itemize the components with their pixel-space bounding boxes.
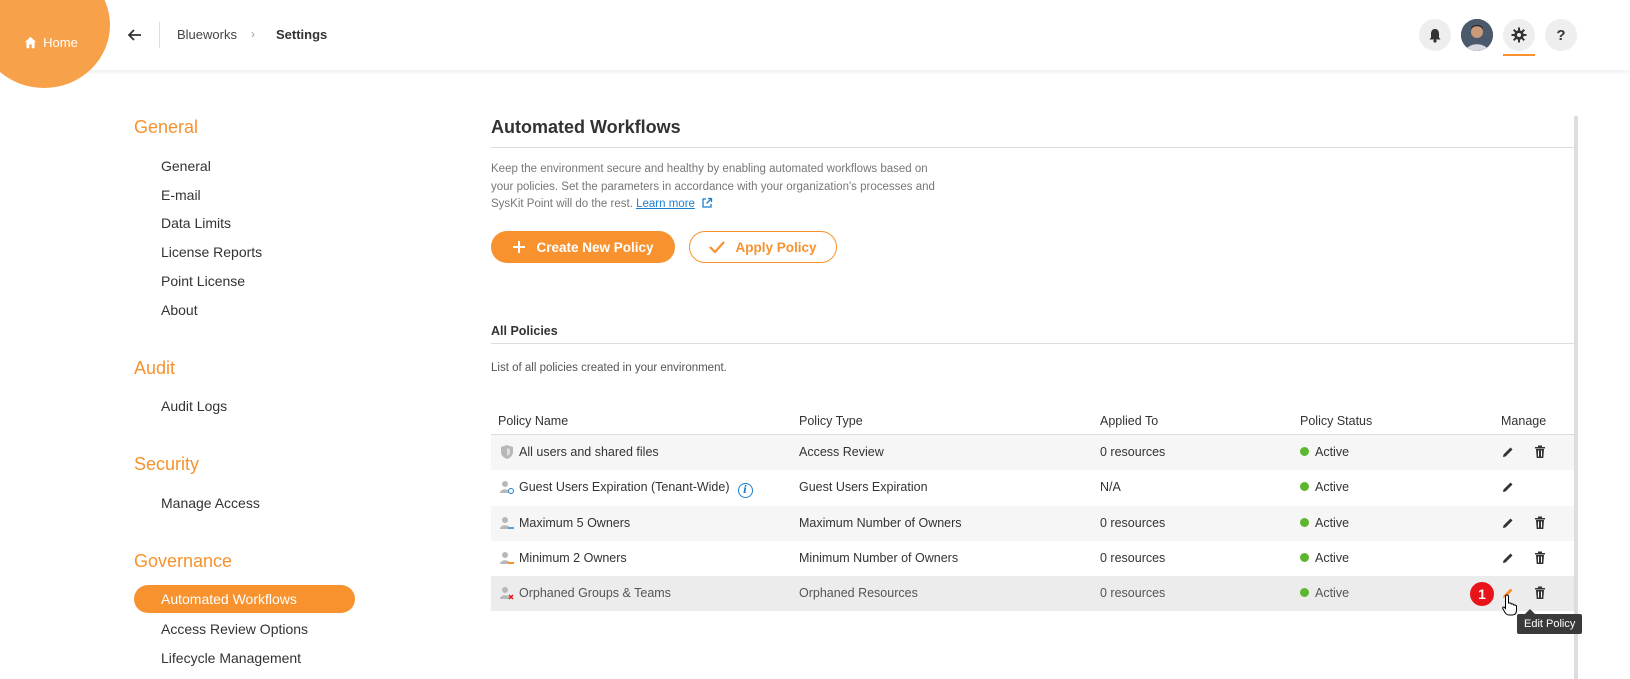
apply-policy-button[interactable]: Apply Policy bbox=[689, 231, 837, 263]
all-policies-heading: All Policies bbox=[491, 324, 558, 338]
column-header-applied-to[interactable]: Applied To bbox=[1100, 414, 1158, 428]
policy-name: Orphaned Groups & Teams bbox=[519, 586, 671, 600]
all-policies-description: List of all policies created in your env… bbox=[491, 362, 727, 374]
learn-more-link[interactable]: Learn more bbox=[636, 198, 695, 210]
status-dot-icon bbox=[1300, 482, 1309, 491]
applied-to: 0 resources bbox=[1100, 516, 1166, 530]
table-row[interactable]: Minimum 2 Owners Minimum Number of Owner… bbox=[491, 541, 1574, 576]
sidebar-section-governance: Governance bbox=[134, 551, 233, 571]
edit-icon[interactable] bbox=[1500, 550, 1516, 566]
gear-icon[interactable] bbox=[1503, 19, 1535, 51]
policy-type: Guest Users Expiration bbox=[799, 480, 928, 494]
policy-type: Maximum Number of Owners bbox=[799, 516, 962, 530]
status-dot-icon bbox=[1300, 518, 1309, 527]
sidebar-section-general: General bbox=[134, 117, 199, 137]
guest-user-icon bbox=[500, 481, 514, 494]
applied-to: 0 resources bbox=[1100, 551, 1166, 565]
external-link-icon[interactable] bbox=[701, 197, 713, 209]
policy-name: Maximum 5 Owners bbox=[519, 516, 631, 530]
policy-status: Active bbox=[1300, 586, 1349, 600]
policy-status: Active bbox=[1300, 445, 1349, 459]
policy-type: Orphaned Resources bbox=[799, 586, 918, 600]
edit-icon[interactable] bbox=[1500, 515, 1516, 531]
policy-status: Active bbox=[1300, 551, 1349, 565]
trash-icon[interactable] bbox=[1532, 515, 1548, 531]
applied-to: N/A bbox=[1100, 480, 1121, 494]
policy-type: Minimum Number of Owners bbox=[799, 551, 959, 565]
sidebar-item-email[interactable]: E-mail bbox=[161, 187, 201, 203]
sidebar-item-automated-workflows[interactable]: Automated Workflows bbox=[134, 585, 355, 613]
status-dot-icon bbox=[1300, 447, 1309, 456]
applied-to: 0 resources bbox=[1100, 445, 1166, 459]
section-divider bbox=[491, 343, 1574, 344]
column-header-policy-type[interactable]: Policy Type bbox=[799, 414, 863, 428]
owners-icon bbox=[500, 517, 514, 529]
sidebar-section-audit: Audit bbox=[134, 358, 176, 378]
table-row[interactable]: All users and shared files Access Review… bbox=[491, 435, 1574, 470]
edit-icon[interactable] bbox=[1500, 444, 1516, 460]
step-marker-badge: 1 bbox=[1470, 582, 1494, 606]
column-header-policy-status[interactable]: Policy Status bbox=[1300, 414, 1372, 428]
home-label: Home bbox=[43, 34, 78, 50]
table-row[interactable]: Guest Users Expiration (Tenant-Wide) i Gu… bbox=[491, 470, 1574, 505]
status-dot-icon bbox=[1300, 588, 1309, 597]
page-title: Automated Workflows bbox=[491, 117, 681, 137]
sidebar-item-access-review-options[interactable]: Access Review Options bbox=[161, 621, 308, 637]
info-icon[interactable]: i bbox=[737, 483, 753, 498]
status-dot-icon bbox=[1300, 553, 1309, 562]
back-arrow-icon[interactable] bbox=[126, 26, 144, 44]
bell-icon[interactable] bbox=[1419, 19, 1451, 51]
title-divider bbox=[491, 147, 1574, 148]
breadcrumb-blueworks[interactable]: Blueworks bbox=[177, 27, 237, 42]
policy-type: Access Review bbox=[799, 445, 884, 459]
sidebar-item-lifecycle-management[interactable]: Lifecycle Management bbox=[161, 650, 301, 666]
orphaned-user-icon bbox=[500, 587, 514, 600]
scrollbar[interactable] bbox=[1574, 116, 1578, 679]
sidebar-section-security: Security bbox=[134, 454, 200, 474]
hand-cursor-icon bbox=[1502, 594, 1517, 616]
sidebar-item-audit-logs[interactable]: Audit Logs bbox=[161, 398, 227, 414]
top-bar: Home Blueworks › Settings ? bbox=[0, 0, 1630, 88]
avatar[interactable] bbox=[1461, 19, 1493, 51]
policy-status: Active bbox=[1300, 516, 1349, 530]
table-row[interactable]: Orphaned Groups & Teams Orphaned Resourc… bbox=[491, 576, 1574, 611]
policy-name: Minimum 2 Owners bbox=[519, 551, 627, 565]
active-tab-indicator bbox=[1503, 54, 1535, 56]
sidebar-item-data-limits[interactable]: Data Limits bbox=[161, 215, 231, 231]
table-row[interactable]: Maximum 5 Owners Maximum Number of Owner… bbox=[491, 506, 1574, 541]
column-header-manage: Manage bbox=[1501, 414, 1547, 428]
sidebar-item-about[interactable]: About bbox=[161, 302, 198, 318]
policy-name: Guest Users Expiration (Tenant-Wide) i bbox=[519, 480, 753, 498]
trash-icon[interactable] bbox=[1532, 444, 1548, 460]
trash-icon[interactable] bbox=[1532, 585, 1548, 601]
sidebar-item-general[interactable]: General bbox=[161, 158, 211, 174]
edit-policy-tooltip: Edit Policy bbox=[1517, 609, 1583, 634]
help-icon[interactable]: ? bbox=[1545, 19, 1577, 51]
home-button[interactable]: Home bbox=[0, 0, 110, 88]
owners-icon bbox=[500, 552, 514, 564]
sidebar-item-license-reports[interactable]: License Reports bbox=[161, 244, 262, 260]
header-divider bbox=[159, 22, 160, 48]
edit-icon[interactable] bbox=[1500, 479, 1516, 495]
trash-icon[interactable] bbox=[1532, 550, 1548, 566]
plus-icon bbox=[513, 241, 526, 253]
home-icon bbox=[24, 36, 37, 48]
checkmark-icon bbox=[709, 241, 726, 253]
shield-icon bbox=[501, 445, 513, 459]
policy-status: Active bbox=[1300, 480, 1349, 494]
breadcrumb-settings: Settings bbox=[276, 27, 328, 42]
breadcrumb-chevron-icon: › bbox=[251, 27, 255, 41]
applied-to: 0 resources bbox=[1100, 586, 1166, 600]
create-new-policy-button[interactable]: Create New Policy bbox=[491, 231, 675, 263]
sidebar-item-manage-access[interactable]: Manage Access bbox=[161, 495, 260, 511]
page-description: Keep the environment secure and healthy … bbox=[491, 163, 935, 210]
sidebar-item-point-license[interactable]: Point License bbox=[161, 273, 245, 289]
column-header-policy-name[interactable]: Policy Name bbox=[498, 414, 568, 428]
policy-name: All users and shared files bbox=[519, 445, 659, 459]
